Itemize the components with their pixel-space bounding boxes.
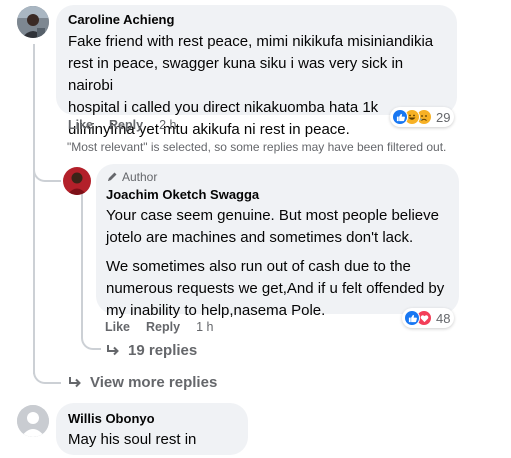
reply-arrow-icon <box>69 376 81 387</box>
reaction-summary-joachim[interactable]: 48 <box>402 308 455 328</box>
thread-line-main <box>33 44 35 374</box>
thread-curve-replies <box>81 330 101 350</box>
like-icon <box>392 109 408 125</box>
comment-actions-caroline: Like Reply 2 h <box>68 118 176 132</box>
view-replies-link[interactable]: 19 replies <box>106 342 197 359</box>
timestamp[interactable]: 2 h <box>159 118 176 132</box>
pencil-icon <box>108 172 117 181</box>
thread-curve-reply <box>33 160 61 182</box>
thread-line-reply <box>81 194 83 332</box>
view-more-replies-link[interactable]: View more replies <box>68 374 217 391</box>
reply-button[interactable]: Reply <box>146 320 180 334</box>
avatar-willis[interactable] <box>17 405 49 437</box>
filter-note: "Most relevant" is selected, so some rep… <box>67 140 447 154</box>
reply-actions-joachim: Like Reply 1 h <box>105 320 213 334</box>
avatar-caroline[interactable] <box>17 6 49 38</box>
reply-arrow-icon <box>107 344 119 355</box>
reaction-count: 48 <box>436 310 451 326</box>
comment-text: May his soul rest in peace <box>68 431 197 458</box>
reaction-count: 29 <box>436 109 451 125</box>
reply-author[interactable]: Joachim Oketch Swagga <box>106 187 449 203</box>
timestamp[interactable]: 1 h <box>196 320 213 334</box>
reaction-summary-caroline[interactable]: 29 <box>390 107 455 127</box>
comment-author[interactable]: Caroline Achieng <box>68 12 445 28</box>
thread-curve-view-more <box>33 362 61 384</box>
like-button[interactable]: Like <box>105 320 130 334</box>
author-badge: Author <box>106 170 449 184</box>
reply-bubble-joachim: Author Joachim Oketch Swagga Your case s… <box>96 164 459 319</box>
reply-text-para2: We sometimes also run out of cash due to… <box>106 258 445 319</box>
comment-bubble-willis: Willis Obonyo May his soul rest in peace <box>56 403 248 458</box>
comment-bubble-caroline: Caroline Achieng Fake friend with rest p… <box>56 5 457 138</box>
avatar-joachim[interactable] <box>63 167 91 195</box>
comment-author[interactable]: Willis Obonyo <box>68 411 236 427</box>
reply-text-para1: Your case seem genuine. But most people … <box>106 207 439 246</box>
like-button[interactable]: Like <box>68 118 93 132</box>
reply-button[interactable]: Reply <box>109 118 143 132</box>
like-icon <box>404 310 420 326</box>
